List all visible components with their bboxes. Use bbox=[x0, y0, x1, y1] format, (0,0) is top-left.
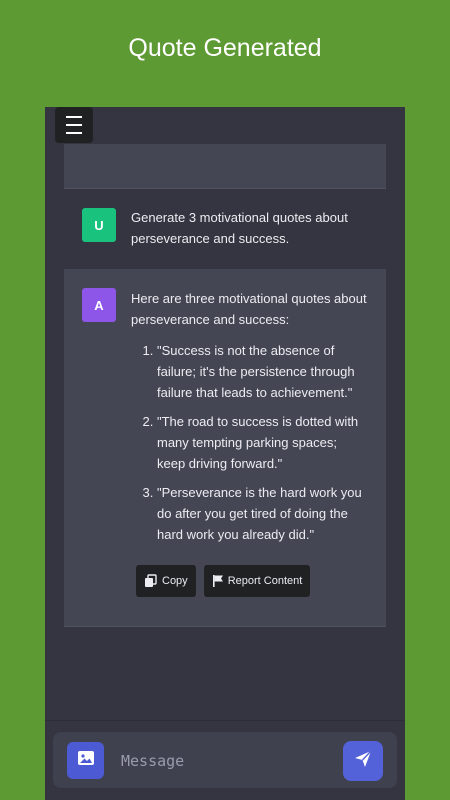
user-avatar: U bbox=[82, 208, 116, 242]
quote-item: "Perseverance is the hard work you do af… bbox=[157, 482, 371, 545]
menu-button[interactable] bbox=[55, 107, 93, 143]
attach-image-button[interactable] bbox=[67, 742, 104, 779]
report-label: Report Content bbox=[227, 575, 303, 587]
banner-title: Quote Generated bbox=[128, 34, 322, 62]
copy-icon bbox=[144, 574, 158, 588]
quote-list: "Success is not the absence of failure; … bbox=[131, 340, 371, 545]
composer bbox=[45, 720, 405, 800]
send-button[interactable] bbox=[343, 741, 383, 781]
user-message-text: Generate 3 motivational quotes about per… bbox=[131, 210, 348, 246]
send-icon bbox=[353, 749, 373, 774]
composer-box bbox=[53, 732, 397, 788]
assistant-message-text: Here are three motivational quotes about… bbox=[131, 288, 371, 553]
flag-icon bbox=[212, 574, 224, 588]
previous-message-panel bbox=[64, 144, 386, 189]
report-content-button[interactable]: Report Content bbox=[203, 565, 311, 597]
assistant-message: A Here are three motivational quotes abo… bbox=[64, 269, 386, 627]
assistant-avatar: A bbox=[82, 288, 116, 322]
quote-item: "Success is not the absence of failure; … bbox=[157, 340, 371, 403]
image-icon bbox=[77, 749, 95, 772]
user-message: U Generate 3 motivational quotes about p… bbox=[64, 197, 386, 265]
message-input[interactable] bbox=[119, 746, 323, 776]
assistant-intro: Here are three motivational quotes about… bbox=[131, 291, 367, 327]
quote-item: "The road to success is dotted with many… bbox=[157, 411, 371, 474]
message-actions: Copy Report Content bbox=[136, 565, 311, 597]
copy-label: Copy bbox=[162, 575, 188, 587]
hamburger-menu-icon bbox=[66, 113, 82, 137]
chat-app: U Generate 3 motivational quotes about p… bbox=[45, 107, 405, 800]
copy-button[interactable]: Copy bbox=[136, 565, 196, 597]
